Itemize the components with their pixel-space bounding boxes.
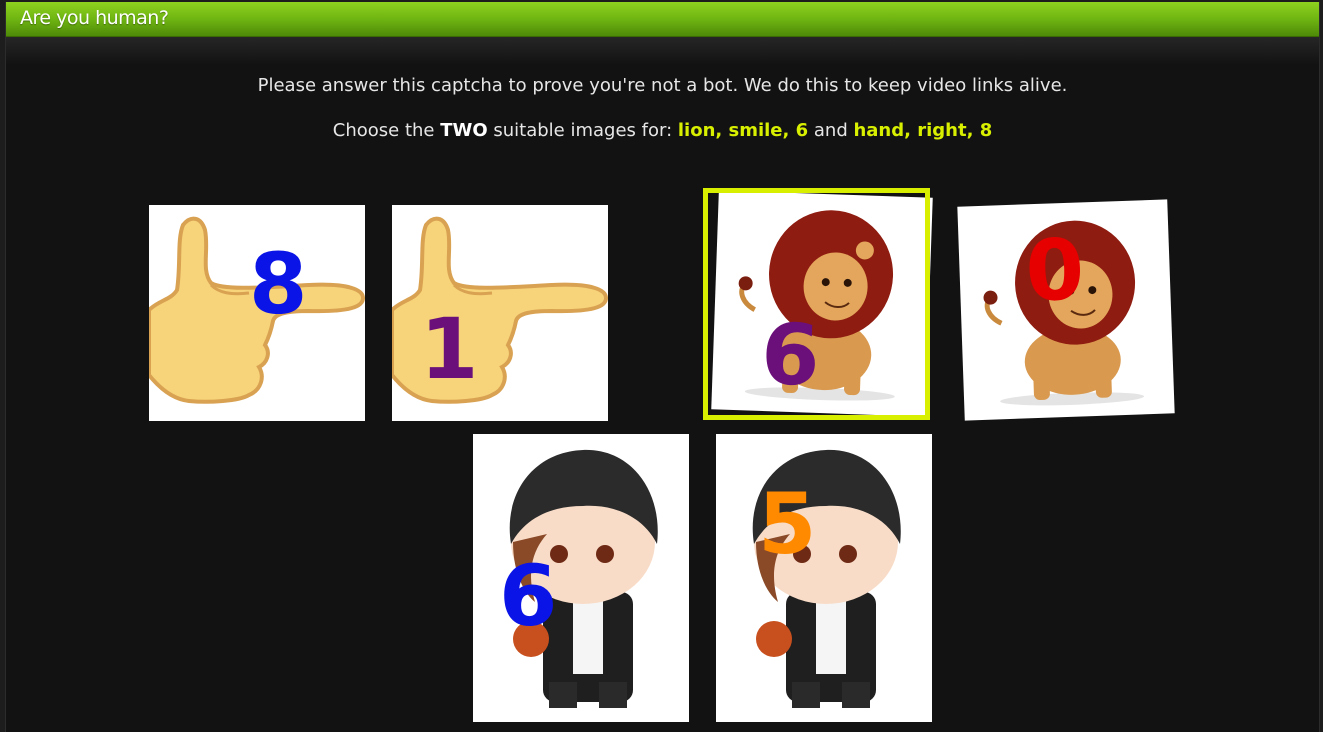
title-bar: Are you human? [6, 2, 1319, 37]
question-prefix: Choose the [332, 120, 441, 141]
tile-number: 6 [759, 304, 822, 405]
title-shadow [6, 37, 1319, 65]
lion-image [738, 210, 895, 401]
captcha-question: Choose the TWO suitable images for: lion… [6, 120, 1319, 141]
captcha-tile-4[interactable]: 0 [957, 199, 1175, 421]
captcha-tile-5[interactable]: 6 [473, 434, 689, 722]
dialog-title: Are you human? [20, 7, 169, 29]
tile-number: 1 [420, 300, 479, 398]
question-and: and [808, 120, 854, 141]
tile-number: 6 [499, 547, 558, 645]
captcha-tile-3[interactable]: 6 [711, 190, 933, 417]
keyword-set-b: hand, right, 8 [853, 120, 993, 141]
question-count: TWO [440, 120, 488, 141]
captcha-intro-text: Please answer this captcha to prove you'… [257, 75, 1068, 96]
captcha-tile-6[interactable]: 5 [716, 434, 932, 722]
tile-number: 0 [1023, 220, 1086, 321]
tile-number: 8 [249, 235, 308, 333]
question-middle: suitable images for: [487, 120, 678, 141]
tile-number: 5 [758, 475, 817, 573]
chibi-boy-image [752, 449, 901, 708]
captcha-tile-2[interactable]: 1 [392, 205, 608, 421]
keyword-set-a: lion, smile, 6 [677, 120, 809, 141]
captcha-tile-1[interactable]: 8 [149, 205, 365, 421]
